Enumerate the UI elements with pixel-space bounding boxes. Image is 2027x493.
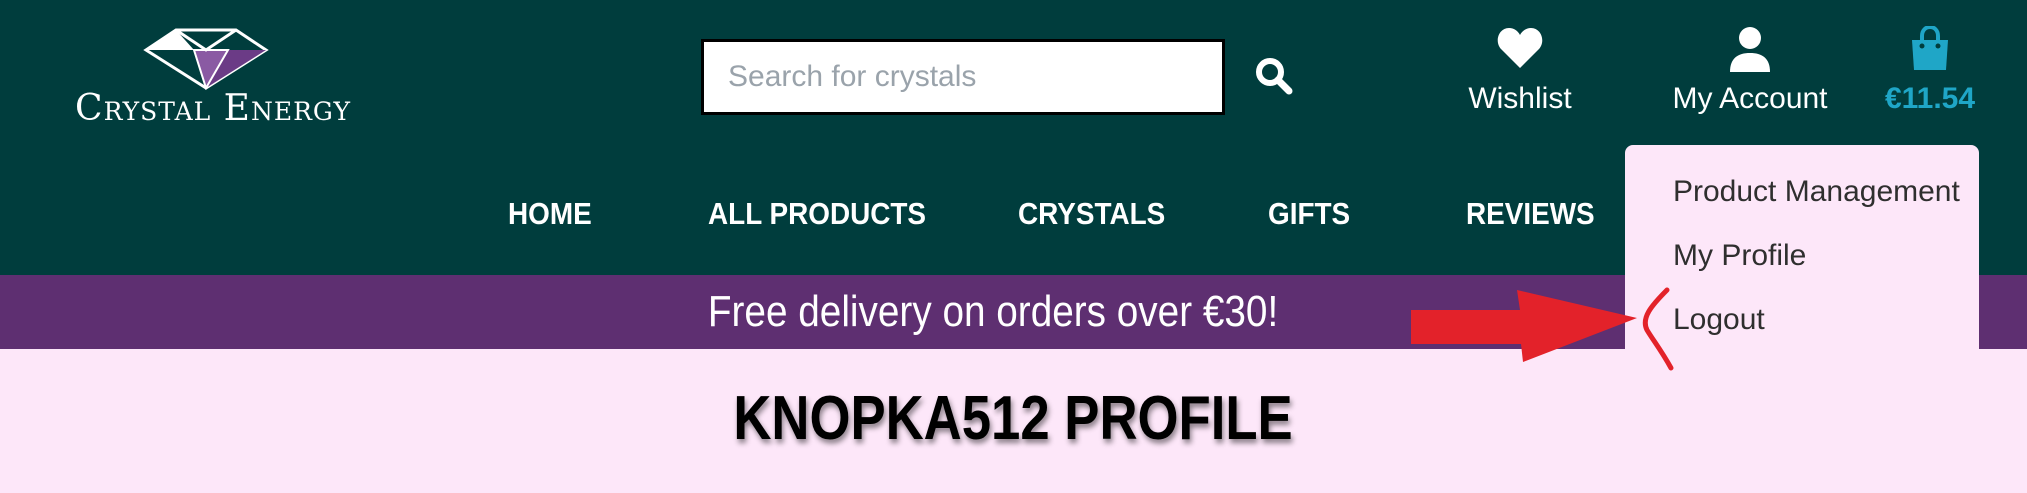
heart-icon xyxy=(1496,26,1544,70)
search-input[interactable] xyxy=(701,39,1225,115)
red-arrow-annotation-icon xyxy=(1405,280,1695,380)
cart-link[interactable]: €11.54 xyxy=(1870,26,1990,116)
brand-logo[interactable]: Crystal Energy xyxy=(48,26,378,136)
page-title-container: KNOPKA512 PROFILE xyxy=(0,383,2027,454)
promo-banner-text: Free delivery on orders over €30! xyxy=(708,287,1278,337)
nav-reviews[interactable]: REVIEWS xyxy=(1466,196,1595,232)
nav-home[interactable]: HOME xyxy=(508,196,592,232)
search-button[interactable] xyxy=(1252,55,1296,99)
my-account-link[interactable]: My Account xyxy=(1650,26,1850,116)
nav-gifts[interactable]: GIFTS xyxy=(1268,196,1350,232)
nav-all-products[interactable]: ALL PRODUCTS xyxy=(708,196,926,232)
page-title: KNOPKA512 PROFILE xyxy=(734,383,1293,454)
wishlist-label: Wishlist xyxy=(1468,82,1571,115)
wishlist-link[interactable]: Wishlist xyxy=(1465,26,1575,116)
crystal-logo-icon xyxy=(136,26,276,90)
brand-name: Crystal Energy xyxy=(48,88,378,129)
user-icon xyxy=(1728,26,1772,74)
my-account-label: My Account xyxy=(1672,82,1827,115)
search-icon xyxy=(1254,56,1294,96)
menu-item-product-management[interactable]: Product Management xyxy=(1673,175,1960,209)
nav-crystals[interactable]: CRYSTALS xyxy=(1018,196,1165,232)
shopping-bag-icon xyxy=(1910,26,1950,72)
cart-total: €11.54 xyxy=(1885,82,1975,115)
menu-item-my-profile[interactable]: My Profile xyxy=(1673,239,1806,273)
